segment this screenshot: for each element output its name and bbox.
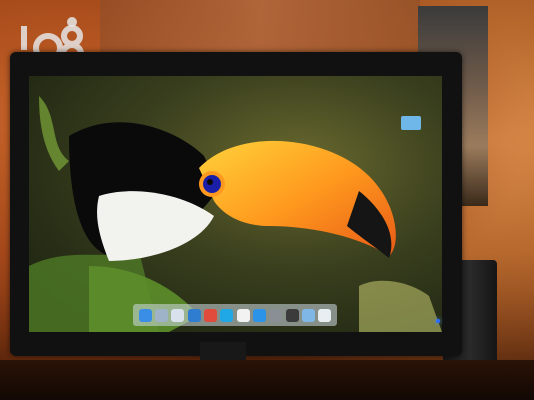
calendar-icon[interactable]: [236, 308, 250, 322]
app-store-icon[interactable]: [252, 308, 266, 322]
folder-icon[interactable]: [401, 116, 421, 130]
wall-poster-left: [100, 0, 420, 52]
trash-icon[interactable]: [318, 308, 332, 322]
system-preferences-icon[interactable]: [269, 308, 283, 322]
skype-icon[interactable]: [220, 308, 234, 322]
safari-icon[interactable]: [187, 308, 201, 322]
terminal-icon[interactable]: [285, 308, 299, 322]
chrome-icon[interactable]: [203, 308, 217, 322]
folder-icon[interactable]: [301, 308, 315, 322]
monitor-screen: •: [29, 76, 442, 332]
photo-icon[interactable]: [171, 308, 185, 322]
launchpad-icon[interactable]: [154, 308, 168, 322]
dock: [133, 304, 337, 326]
toucan-wallpaper: [29, 76, 442, 332]
desk-surface: [0, 360, 534, 400]
power-led[interactable]: [436, 319, 440, 323]
finder-icon[interactable]: [138, 308, 152, 322]
